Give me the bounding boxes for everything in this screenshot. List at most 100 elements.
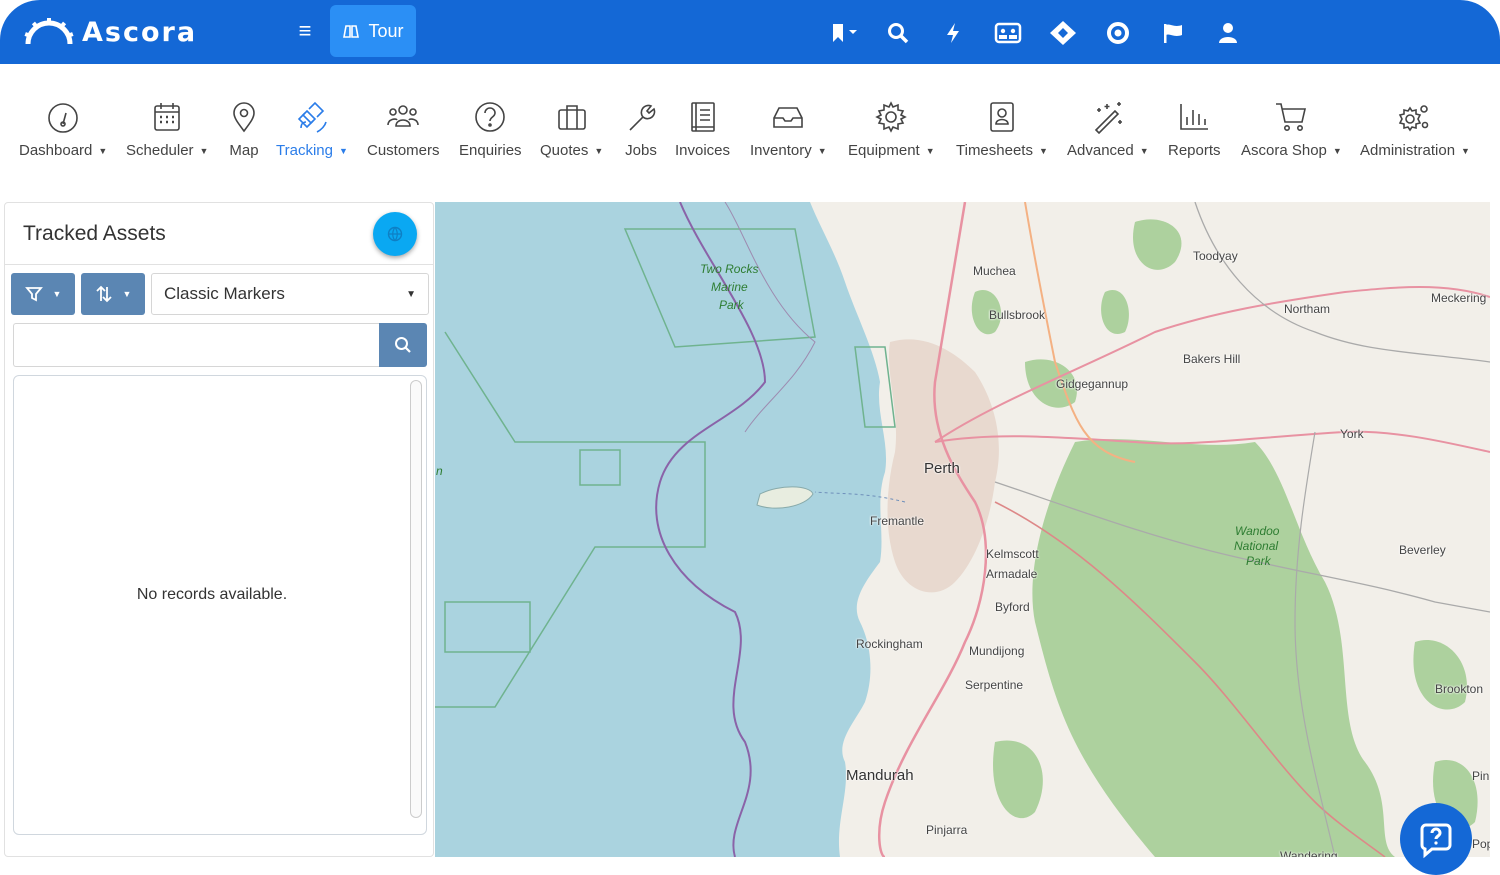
map-label-wandering: Wandering bbox=[1280, 849, 1338, 857]
map-label-marine: Marine bbox=[711, 280, 748, 294]
nav-ascora-shop[interactable]: Ascora Shop ▼ bbox=[1241, 100, 1342, 159]
lightning-icon[interactable] bbox=[925, 16, 980, 50]
map-label-meckering: Meckering bbox=[1431, 291, 1487, 305]
map-label-pop: Pop bbox=[1472, 837, 1490, 851]
magic-wand-icon bbox=[1094, 102, 1122, 134]
team-icon[interactable] bbox=[980, 16, 1035, 50]
map-label-pin: Pin bbox=[1472, 769, 1490, 783]
caret-icon: ▼ bbox=[199, 146, 209, 157]
panel-title: Tracked Assets bbox=[23, 221, 166, 245]
nav-advanced[interactable]: Advanced ▼ bbox=[1067, 100, 1149, 159]
nav-customers-label: Customers bbox=[367, 142, 440, 159]
nav-equipment[interactable]: Equipment ▼ bbox=[848, 100, 935, 159]
bookmark-icon[interactable] bbox=[815, 16, 870, 50]
map-label-pinjarra: Pinjarra bbox=[926, 823, 968, 837]
main-nav: Dashboard ▼ Scheduler ▼ Map Tracking ▼ Cust… bbox=[0, 64, 1500, 194]
binoculars-icon bbox=[343, 25, 360, 38]
search-icon[interactable] bbox=[870, 16, 925, 50]
briefcase-icon bbox=[557, 105, 586, 130]
map-view[interactable]: Two Rocks Marine Park Muchea Toodyay Bul… bbox=[435, 202, 1490, 857]
list-scrollbar[interactable] bbox=[410, 380, 422, 818]
map-label-toodyay: Toodyay bbox=[1193, 249, 1238, 263]
map-label-northam: Northam bbox=[1284, 302, 1331, 316]
nav-jobs[interactable]: Jobs bbox=[624, 100, 658, 159]
caret-icon: ▼ bbox=[338, 146, 348, 157]
nav-inventory[interactable]: Inventory ▼ bbox=[750, 100, 827, 159]
marker-style-value: Classic Markers bbox=[164, 284, 285, 303]
nav-reports[interactable]: Reports bbox=[1168, 100, 1221, 159]
nav-reports-label: Reports bbox=[1168, 142, 1221, 159]
map-base bbox=[435, 202, 1490, 857]
asset-search-input[interactable] bbox=[13, 323, 379, 367]
ticket-icon[interactable] bbox=[1035, 16, 1090, 50]
nav-timesheets[interactable]: Timesheets ▼ bbox=[956, 100, 1048, 159]
map-label-byford: Byford bbox=[995, 600, 1030, 614]
map-pin-icon bbox=[233, 102, 255, 133]
menu-toggle-icon[interactable]: ≡ bbox=[292, 18, 318, 44]
caret-icon: ▼ bbox=[594, 146, 604, 157]
people-icon bbox=[387, 105, 420, 127]
marker-style-select[interactable]: Classic Markers ▼ bbox=[151, 273, 429, 315]
chevron-down-icon: ▼ bbox=[406, 288, 416, 300]
nav-timesheets-label: Timesheets bbox=[956, 142, 1033, 159]
chat-question-icon bbox=[1420, 823, 1452, 859]
brand-name: Ascora bbox=[82, 16, 198, 48]
id-badge-icon bbox=[990, 102, 1014, 132]
nav-customers[interactable]: Customers bbox=[367, 100, 440, 159]
satellite-icon bbox=[297, 101, 327, 133]
nav-tracking[interactable]: Tracking ▼ bbox=[276, 100, 348, 159]
calendar-icon bbox=[154, 103, 181, 131]
map-label-serpentine: Serpentine bbox=[965, 678, 1024, 692]
search-icon bbox=[395, 337, 411, 353]
map-label-muchea: Muchea bbox=[973, 264, 1016, 278]
caret-icon: ▼ bbox=[122, 289, 132, 299]
map-label-two-rocks: Two Rocks bbox=[700, 262, 759, 276]
flag-icon[interactable] bbox=[1145, 16, 1200, 50]
nav-administration[interactable]: Administration ▼ bbox=[1360, 100, 1470, 159]
nav-inventory-label: Inventory bbox=[750, 142, 812, 159]
nav-enquiries-label: Enquiries bbox=[459, 142, 522, 159]
nav-map-label: Map bbox=[229, 142, 259, 159]
nav-scheduler[interactable]: Scheduler ▼ bbox=[126, 100, 208, 159]
search-button[interactable] bbox=[379, 323, 427, 367]
map-label-york: York bbox=[1340, 427, 1364, 441]
sort-icon bbox=[95, 285, 112, 303]
caret-icon: ▼ bbox=[1461, 146, 1470, 157]
caret-icon: ▼ bbox=[925, 146, 935, 157]
caret-icon: ▼ bbox=[817, 146, 827, 157]
support-icon[interactable] bbox=[1090, 16, 1145, 50]
question-circle-icon bbox=[475, 102, 506, 132]
top-icon-bar bbox=[815, 16, 1255, 50]
map-label-fragment: n bbox=[436, 464, 443, 478]
help-chat-button[interactable] bbox=[1400, 803, 1472, 875]
wrench-icon bbox=[629, 104, 656, 131]
nav-tracking-label: Tracking bbox=[276, 142, 333, 159]
nav-dashboard[interactable]: Dashboard ▼ bbox=[19, 100, 107, 159]
map-label-national: National bbox=[1234, 539, 1279, 553]
search-row bbox=[13, 323, 427, 367]
tour-button[interactable]: Tour bbox=[330, 5, 416, 57]
nav-jobs-label: Jobs bbox=[625, 142, 657, 159]
nav-map[interactable]: Map bbox=[227, 100, 261, 159]
tracked-assets-panel: Tracked Assets ▼ ▼ Classic Markers ▼ No … bbox=[4, 202, 434, 857]
map-label-kelmscott: Kelmscott bbox=[986, 547, 1039, 561]
user-icon[interactable] bbox=[1200, 16, 1255, 50]
caret-icon: ▼ bbox=[98, 146, 108, 157]
map-label-perth: Perth bbox=[924, 460, 960, 477]
sort-button[interactable]: ▼ bbox=[81, 273, 145, 315]
nav-scheduler-label: Scheduler bbox=[126, 142, 194, 159]
map-label-park: Park bbox=[719, 298, 744, 312]
filter-button[interactable]: ▼ bbox=[11, 273, 75, 315]
map-label-gidgegannup: Gidgegannup bbox=[1056, 377, 1129, 391]
nav-enquiries[interactable]: Enquiries bbox=[459, 100, 522, 159]
speedometer-icon bbox=[48, 103, 78, 133]
globe-button[interactable] bbox=[373, 212, 417, 256]
caret-icon: ▼ bbox=[1332, 146, 1342, 157]
toolbar: ▼ ▼ Classic Markers ▼ bbox=[11, 273, 429, 315]
ascora-logo[interactable]: Ascora bbox=[24, 14, 197, 50]
map-label-armadale: Armadale bbox=[986, 567, 1038, 581]
top-bar: Ascora ≡ Tour bbox=[0, 0, 1500, 64]
empty-message: No records available. bbox=[136, 586, 288, 603]
nav-invoices[interactable]: Invoices bbox=[675, 100, 730, 159]
nav-quotes[interactable]: Quotes ▼ bbox=[540, 100, 603, 159]
